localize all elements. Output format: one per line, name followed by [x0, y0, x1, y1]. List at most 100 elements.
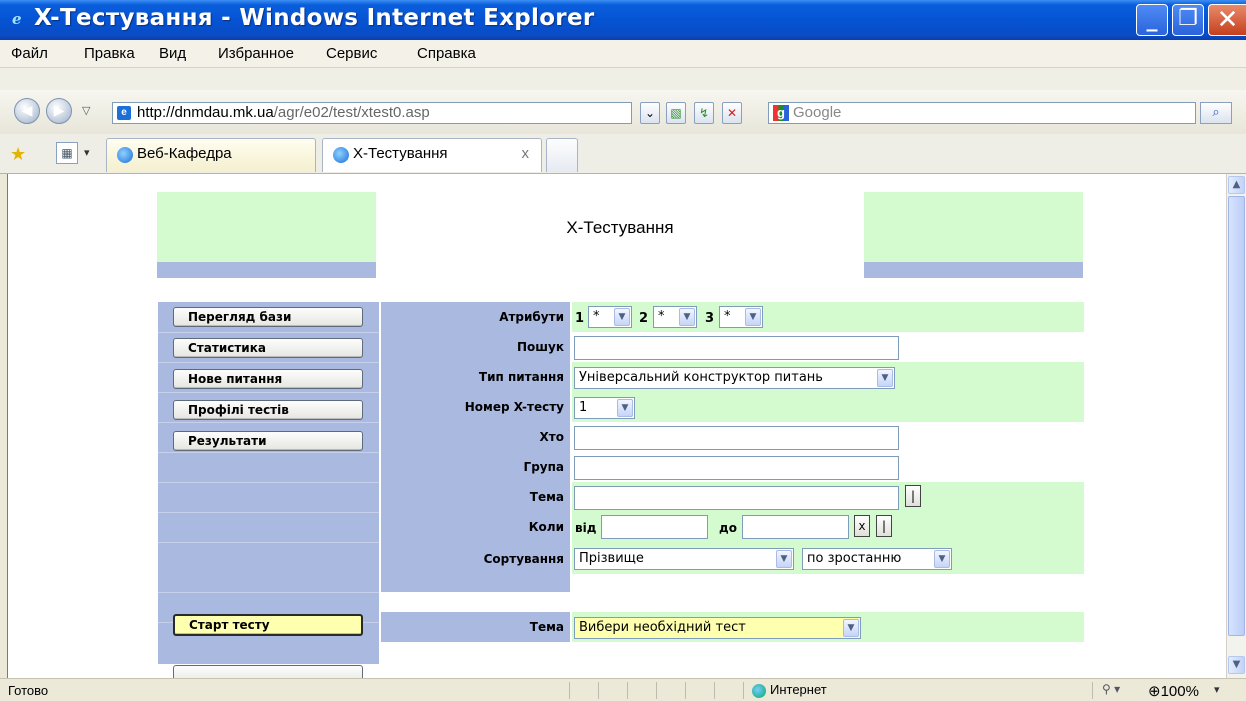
status-text: Готово — [8, 683, 49, 698]
favorites-star-icon[interactable]: ★ — [10, 144, 26, 165]
quick-tabs-icon[interactable]: ▦ — [56, 142, 78, 164]
chevron-down-icon: ▼ — [877, 369, 893, 387]
status-divider — [743, 682, 744, 699]
status-divider — [656, 682, 657, 699]
compat-view-icon[interactable]: ▧ — [666, 102, 686, 124]
ie-page-icon — [117, 147, 133, 163]
search-field[interactable] — [574, 336, 899, 360]
status-divider — [569, 682, 570, 699]
from-date-field[interactable] — [601, 515, 708, 539]
topic-label: Тема — [529, 490, 564, 504]
question-type-select[interactable]: Універсальний конструктор питань ▼ — [574, 367, 895, 389]
sort-order-value: по зростанню — [807, 551, 902, 566]
test-profiles-button[interactable]: Профілі тестів — [173, 400, 363, 420]
menu-bar: Файл Правка Вид Избранное Сервис Справка — [0, 40, 1246, 90]
stop-icon[interactable]: ✕ — [722, 102, 742, 124]
menu-tools[interactable]: Сервис — [326, 45, 377, 62]
topic-field[interactable] — [574, 486, 899, 510]
topic-picker-button[interactable]: | — [905, 485, 921, 507]
address-dropdown-icon[interactable]: ⌄ — [640, 102, 660, 124]
browse-db-button[interactable]: Перегляд бази — [173, 307, 363, 327]
new-question-button[interactable]: Нове питання — [173, 369, 363, 389]
search-icon[interactable]: ⌕ — [1200, 102, 1232, 124]
group-field[interactable] — [574, 456, 899, 480]
search-input[interactable]: g Google — [768, 102, 1196, 124]
scroll-down-icon[interactable]: ▼ — [1228, 656, 1245, 674]
attr-num-1: 1 — [575, 311, 585, 326]
zoom-dropdown-icon[interactable]: ▾ — [1214, 683, 1220, 696]
header-right-box — [864, 192, 1083, 278]
tab-web-kafedra[interactable]: Веб-Кафедра — [106, 138, 316, 172]
sort-field-value: Прізвище — [579, 551, 644, 566]
statistics-button[interactable]: Статистика — [173, 338, 363, 358]
security-zone[interactable]: Интернет — [752, 682, 827, 698]
zoom-level[interactable]: ⊕100% — [1148, 682, 1199, 700]
vertical-scrollbar[interactable]: ▲ ▼ — [1226, 174, 1246, 678]
form-row — [572, 392, 1084, 422]
tab-close-icon[interactable]: x — [522, 139, 530, 169]
search-placeholder: Google — [793, 104, 842, 121]
back-icon[interactable]: ◀ — [14, 98, 40, 124]
title-bar[interactable]: e X-Тестування - Windows Internet Explor… — [0, 0, 1246, 40]
forward-icon[interactable]: ▶ — [46, 98, 72, 124]
protected-mode-icon[interactable]: ⚲ ▾ — [1102, 682, 1120, 696]
form-row — [572, 302, 1084, 332]
row-divider — [158, 592, 379, 593]
attr-num-2: 2 — [639, 311, 649, 326]
hidden-bottom-button[interactable] — [173, 665, 363, 678]
column-gap — [381, 592, 570, 612]
attr-1-value: * — [593, 309, 600, 324]
who-field[interactable] — [574, 426, 899, 450]
tab-label: Веб-Кафедра — [137, 145, 232, 162]
maximize-button[interactable]: ❐ — [1172, 4, 1204, 36]
group-label: Група — [523, 460, 564, 474]
status-divider — [598, 682, 599, 699]
tab-label: X-Тестування — [353, 145, 448, 162]
zoom-value: 100% — [1160, 683, 1199, 700]
date-picker-button[interactable]: | — [876, 515, 892, 537]
history-dropdown-icon[interactable]: ▽ — [82, 104, 90, 117]
start-test-button[interactable]: Старт тесту — [173, 614, 363, 636]
menu-view[interactable]: Вид — [159, 45, 186, 62]
row-divider — [158, 392, 379, 393]
sort-field-select[interactable]: Прізвище ▼ — [574, 548, 794, 570]
attr-3-select[interactable]: * ▼ — [719, 306, 763, 328]
header-band — [157, 262, 376, 278]
chevron-down-icon: ▼ — [745, 308, 761, 326]
menu-favorites[interactable]: Избранное — [218, 45, 294, 62]
new-tab-button[interactable] — [546, 138, 578, 172]
status-divider — [627, 682, 628, 699]
minimize-button[interactable]: _ — [1136, 4, 1168, 36]
menu-file[interactable]: Файл — [11, 45, 48, 62]
ie-logo-icon: e — [12, 10, 22, 28]
menu-edit[interactable]: Правка — [84, 45, 135, 62]
from-label: від — [575, 521, 597, 535]
tab-x-testuvannya[interactable]: X-Тестування x — [322, 138, 542, 172]
clear-dates-button[interactable]: x — [854, 515, 870, 537]
attr-2-value: * — [658, 309, 665, 324]
attr-3-value: * — [724, 309, 731, 324]
question-type-value: Універсальний конструктор питань — [579, 370, 823, 385]
row-divider — [158, 452, 379, 453]
scroll-up-icon[interactable]: ▲ — [1228, 176, 1245, 194]
attr-1-select[interactable]: * ▼ — [588, 306, 632, 328]
attr-2-select[interactable]: * ▼ — [653, 306, 697, 328]
xtest-number-select[interactable]: 1 ▼ — [574, 397, 635, 419]
search-label: Пошук — [517, 340, 564, 354]
results-button[interactable]: Результати — [173, 431, 363, 451]
google-icon: g — [773, 105, 789, 121]
tab-list-dropdown-icon[interactable]: ▾ — [84, 142, 90, 164]
menu-help[interactable]: Справка — [417, 45, 476, 62]
refresh-icon[interactable]: ↯ — [694, 102, 714, 124]
close-button[interactable]: ✕ — [1208, 4, 1246, 36]
menu-row: Файл Правка Вид Избранное Сервис Справка — [0, 40, 1246, 68]
row-divider — [158, 362, 379, 363]
scroll-thumb[interactable] — [1228, 196, 1245, 636]
to-date-field[interactable] — [742, 515, 849, 539]
test-topic-select[interactable]: Вибери необхідний тест ▼ — [574, 617, 861, 639]
address-input[interactable]: e http://dnmdau.mk.ua/agr/e02/test/xtest… — [112, 102, 632, 124]
address-path: /agr/e02/test/xtest0.asp — [273, 104, 430, 121]
header-band — [864, 262, 1083, 278]
sort-order-select[interactable]: по зростанню ▼ — [802, 548, 952, 570]
window-title: X-Тестування - Windows Internet Explorer — [34, 5, 595, 31]
